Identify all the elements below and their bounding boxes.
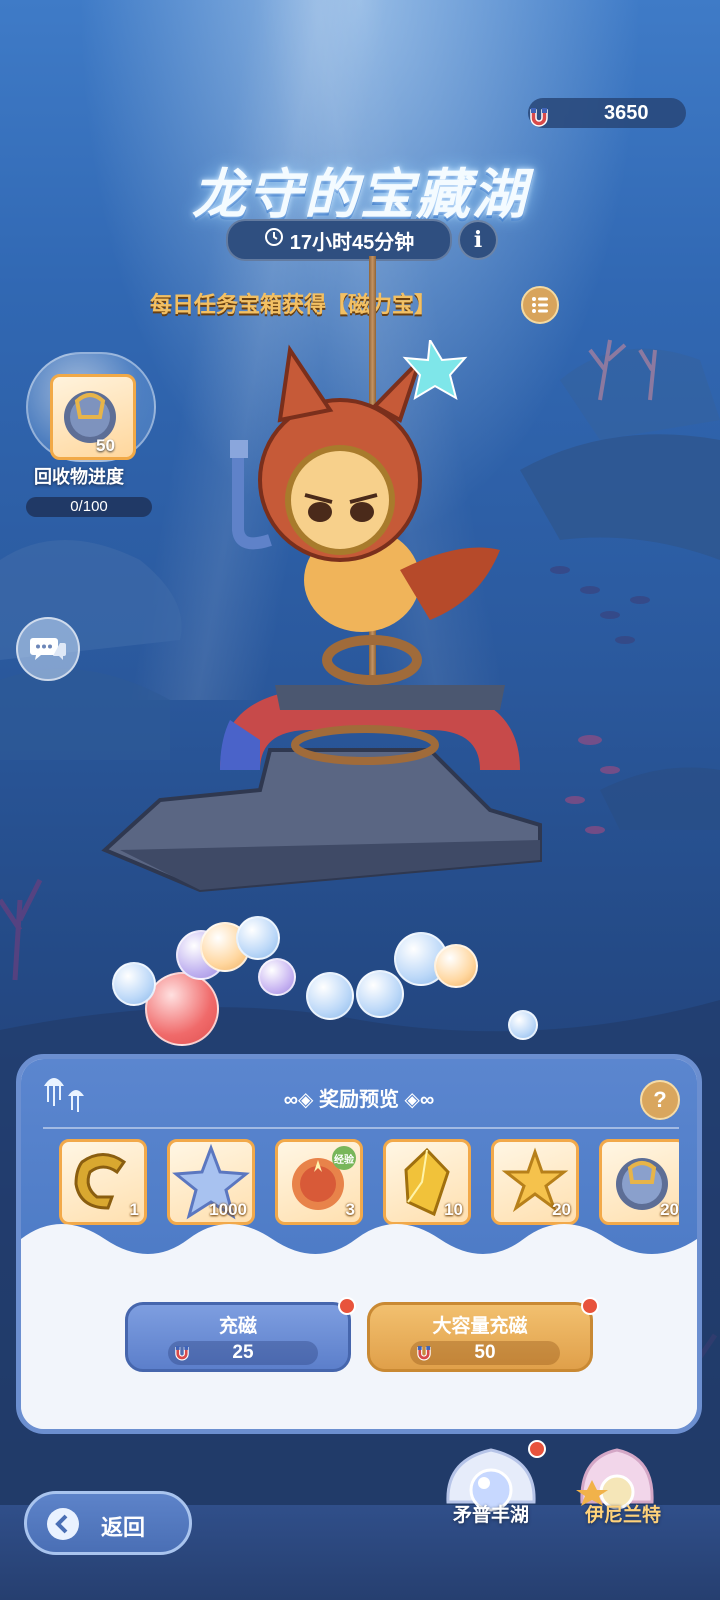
magnet-icon — [414, 1343, 434, 1370]
lake-tab-2[interactable]: 伊尼兰特 — [572, 1440, 682, 1550]
info-button[interactable]: i — [458, 220, 498, 260]
bulk-charge-button-cost: 50 — [410, 1341, 560, 1365]
back-arrow-icon — [45, 1506, 81, 1547]
panel-title: ∞◈ 奖励预览 ◈∞ — [21, 1083, 697, 1112]
question-icon: ? — [653, 1087, 667, 1112]
task-list-button[interactable] — [521, 286, 559, 324]
ornament-right-icon: ◈∞ — [399, 1089, 435, 1111]
help-button[interactable]: ? — [640, 1080, 680, 1120]
info-icon: i — [473, 227, 483, 253]
currency-display: 3650 — [528, 98, 686, 128]
back-button-label: 返回 — [101, 1515, 146, 1540]
blue-bubble — [236, 916, 280, 960]
currency-amount: 3650 — [604, 101, 649, 124]
magnet-icon — [172, 1343, 192, 1370]
clock-icon — [264, 227, 284, 253]
charge-button-cost: 25 — [168, 1341, 318, 1365]
bulk-charge-cost-value: 50 — [474, 1342, 496, 1363]
lake-tab-1[interactable]: 矛普丰湖 — [436, 1440, 546, 1550]
charge-cost-value: 25 — [232, 1342, 254, 1363]
ornament-left-icon: ∞◈ — [283, 1089, 319, 1111]
notification-dot — [581, 1297, 599, 1315]
diver-cat-character — [101, 340, 542, 893]
panel-divider — [43, 1127, 679, 1129]
bulk-charge-button-label: 大容量充磁 — [432, 1316, 528, 1337]
bulk-charge-button[interactable]: 大容量充磁 50 — [367, 1302, 593, 1372]
event-timer: 17小时45分钟 — [226, 219, 452, 261]
red-bubble — [145, 972, 219, 1046]
panel-title-text: 奖励预览 — [319, 1089, 399, 1111]
magnet-icon — [526, 104, 550, 128]
list-icon — [532, 297, 548, 313]
panel-footer-bg — [21, 1259, 697, 1429]
blue-bubble — [508, 1010, 538, 1040]
lake-tab-1-label: 矛普丰湖 — [452, 1505, 529, 1526]
lake-tab-2-label: 伊尼兰特 — [584, 1505, 661, 1526]
chat-button[interactable] — [16, 617, 80, 681]
event-subtitle: 每日任务宝箱获得【磁力宝】 — [150, 292, 437, 317]
reward-panel: ∞◈ 奖励预览 ◈∞ ? 1 1000 经验 3 10 20 20 充磁 25 … — [16, 1054, 702, 1434]
blue-bubble — [356, 970, 404, 1018]
orange-bubble — [434, 944, 478, 988]
notification-dot — [338, 1297, 356, 1315]
exp-tag: 经验 — [332, 1146, 356, 1170]
blue-bubble — [306, 972, 354, 1020]
notification-dot — [528, 1440, 546, 1458]
charge-button-label: 充磁 — [218, 1316, 257, 1337]
back-button[interactable]: 返回 — [24, 1491, 192, 1555]
blue-bubble — [112, 962, 156, 1006]
event-title: 龙守的宝藏湖 — [192, 165, 528, 225]
charge-button[interactable]: 充磁 25 — [125, 1302, 351, 1372]
timer-text: 17小时45分钟 — [289, 231, 415, 254]
purple-bubble — [258, 958, 296, 996]
chat-icon — [30, 638, 66, 660]
jellyfish-icon — [44, 1078, 84, 1112]
